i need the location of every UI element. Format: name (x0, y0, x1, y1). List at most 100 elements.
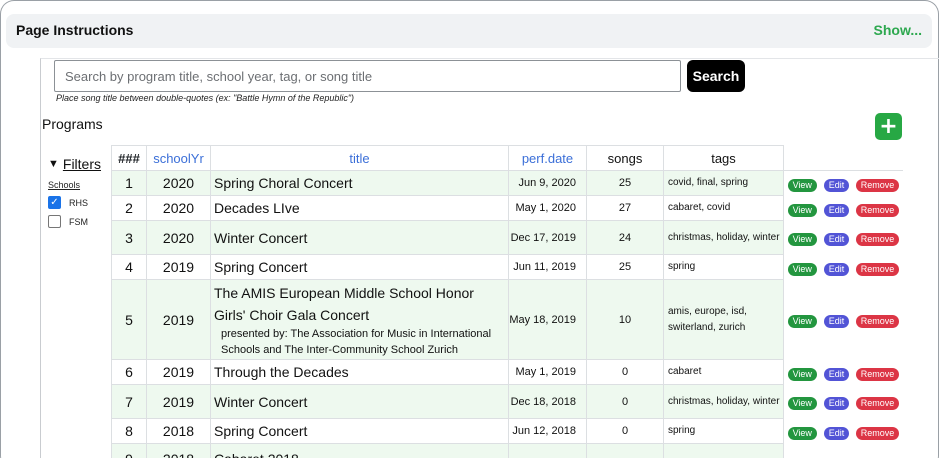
edit-button[interactable]: Edit (823, 262, 850, 276)
filters-panel: ▼ Filters Schools ✓ RHS FSM (48, 156, 101, 228)
remove-button[interactable]: Remove (855, 315, 900, 328)
row-perf-date: May 1, 2019 (508, 359, 587, 385)
row-school-year: 2019 (146, 254, 211, 280)
row-perf-date: May 18, 2019 (508, 279, 587, 360)
row-number: 2 (111, 195, 147, 221)
remove-button[interactable]: Remove (855, 367, 900, 381)
col-header-songs: songs (586, 145, 664, 171)
row-action-cell: Edit (821, 419, 853, 444)
row-school-year: 2018 (146, 418, 211, 444)
row-action-cell: Remove (853, 171, 903, 196)
remove-button[interactable]: Remove (855, 262, 900, 276)
row-action-cell: Edit (821, 196, 853, 221)
row-action-cell (784, 444, 903, 458)
school-filter-option[interactable]: ✓ RHS (48, 196, 101, 209)
edit-button[interactable]: Edit (823, 367, 850, 381)
col-header-title[interactable]: title (210, 145, 509, 171)
view-button[interactable]: View (787, 426, 817, 440)
row-title: Spring Concert (214, 259, 308, 275)
view-button[interactable]: View (787, 397, 817, 410)
row-song-count: 27 (586, 195, 664, 221)
remove-button[interactable]: Remove (855, 426, 900, 440)
row-number: 3 (111, 220, 147, 255)
search-hint: Place song title between double-quotes (… (56, 93, 355, 103)
school-filter-option[interactable]: FSM (48, 215, 101, 228)
row-action-cell: Edit (821, 385, 853, 419)
row-song-count: 25 (586, 254, 664, 280)
edit-button[interactable]: Edit (823, 178, 850, 192)
col-header-schoolyr[interactable]: schoolYr (146, 145, 211, 171)
row-action-cell: Remove (853, 419, 903, 444)
funnel-icon: ▼ (48, 158, 59, 170)
row-title-cell: Spring Choral Concert (210, 170, 509, 196)
row-school-year: 2019 (146, 279, 211, 360)
instructions-title: Page Instructions (16, 22, 134, 38)
row-action-cell: Remove (853, 221, 903, 255)
table-row: 8 2018 Spring Concert Jun 12, 2018 0 spring Vi… (111, 418, 903, 444)
remove-button[interactable]: Remove (855, 178, 900, 192)
programs-heading: Programs (42, 116, 103, 132)
table-row: 4 2019 Spring Concert Jun 11, 2019 25 spring V… (111, 254, 903, 280)
row-number: 4 (111, 254, 147, 280)
row-title-cell: Cabaret 2018 (210, 443, 509, 458)
row-action-cell: Remove (853, 360, 903, 385)
remove-button[interactable]: Remove (855, 233, 900, 246)
row-tags: christmas, holiday, winter (663, 384, 784, 419)
view-button[interactable]: View (787, 203, 817, 217)
remove-button[interactable]: Remove (855, 203, 900, 217)
row-number: 7 (111, 384, 147, 419)
row-school-year: 2019 (146, 384, 211, 419)
row-tags: christmas, holiday, winter (663, 220, 784, 255)
row-action-cell: View (784, 360, 821, 385)
view-button[interactable]: View (787, 262, 817, 276)
search-button[interactable]: Search (687, 60, 745, 92)
row-tags: covid, final, spring (663, 170, 784, 196)
row-number: 6 (111, 359, 147, 385)
row-perf-date: Jun 11, 2019 (508, 254, 587, 280)
view-button[interactable]: View (787, 367, 817, 381)
search-input[interactable] (54, 60, 681, 92)
row-title-cell: The AMIS European Middle School Honor Gi… (210, 279, 509, 360)
school-checkbox[interactable] (48, 215, 61, 228)
view-button[interactable]: View (787, 315, 817, 328)
row-action-cell: View (784, 419, 821, 444)
show-instructions-link[interactable]: Show... (874, 22, 922, 38)
row-perf-date: Dec 18, 2018 (508, 384, 587, 419)
row-title: The AMIS European Middle School Honor Gi… (214, 284, 474, 323)
row-title: Winter Concert (214, 393, 308, 410)
row-title-cell: Spring Concert (210, 418, 509, 444)
col-header-perf-date[interactable]: perf.date (508, 145, 587, 171)
row-tags: cabaret (663, 359, 784, 385)
row-title: Spring Concert (214, 423, 308, 439)
school-checkbox[interactable]: ✓ (48, 196, 61, 209)
table-row: 2 2020 Decades LIve May 1, 2020 27 cabaret, c… (111, 195, 903, 221)
row-title-cell: Decades LIve (210, 195, 509, 221)
row-tags: spring (663, 254, 784, 280)
table-row: 5 2019 The AMIS European Middle School Hon… (111, 279, 903, 360)
row-song-count: 0 (586, 359, 664, 385)
schools-filter-label: Schools (48, 180, 81, 190)
row-action-cell: Remove (853, 196, 903, 221)
row-perf-date: Dec 17, 2019 (508, 220, 587, 255)
row-song-count: 0 (586, 384, 664, 419)
row-number: 9 (111, 443, 147, 458)
row-tags: amis, europe, isd, switerland, zurich (663, 279, 784, 360)
row-perf-date: May 1, 2020 (508, 195, 587, 221)
edit-button[interactable]: Edit (823, 233, 850, 246)
filters-toggle[interactable]: ▼ Filters (48, 156, 101, 172)
edit-button[interactable]: Edit (823, 426, 850, 440)
row-action-cell: View (784, 196, 821, 221)
add-program-button[interactable]: + (875, 113, 902, 140)
view-button[interactable]: View (787, 178, 817, 192)
row-title: Cabaret 2018 (214, 448, 508, 458)
row-action-cell: View (784, 171, 821, 196)
view-button[interactable]: View (787, 233, 817, 246)
edit-button[interactable]: Edit (823, 315, 850, 328)
row-number: 5 (111, 279, 147, 360)
row-number: 8 (111, 418, 147, 444)
remove-button[interactable]: Remove (855, 397, 900, 410)
edit-button[interactable]: Edit (823, 397, 850, 410)
edit-button[interactable]: Edit (823, 203, 850, 217)
row-action-cell: View (784, 280, 821, 360)
row-title-cell: Spring Concert (210, 254, 509, 280)
